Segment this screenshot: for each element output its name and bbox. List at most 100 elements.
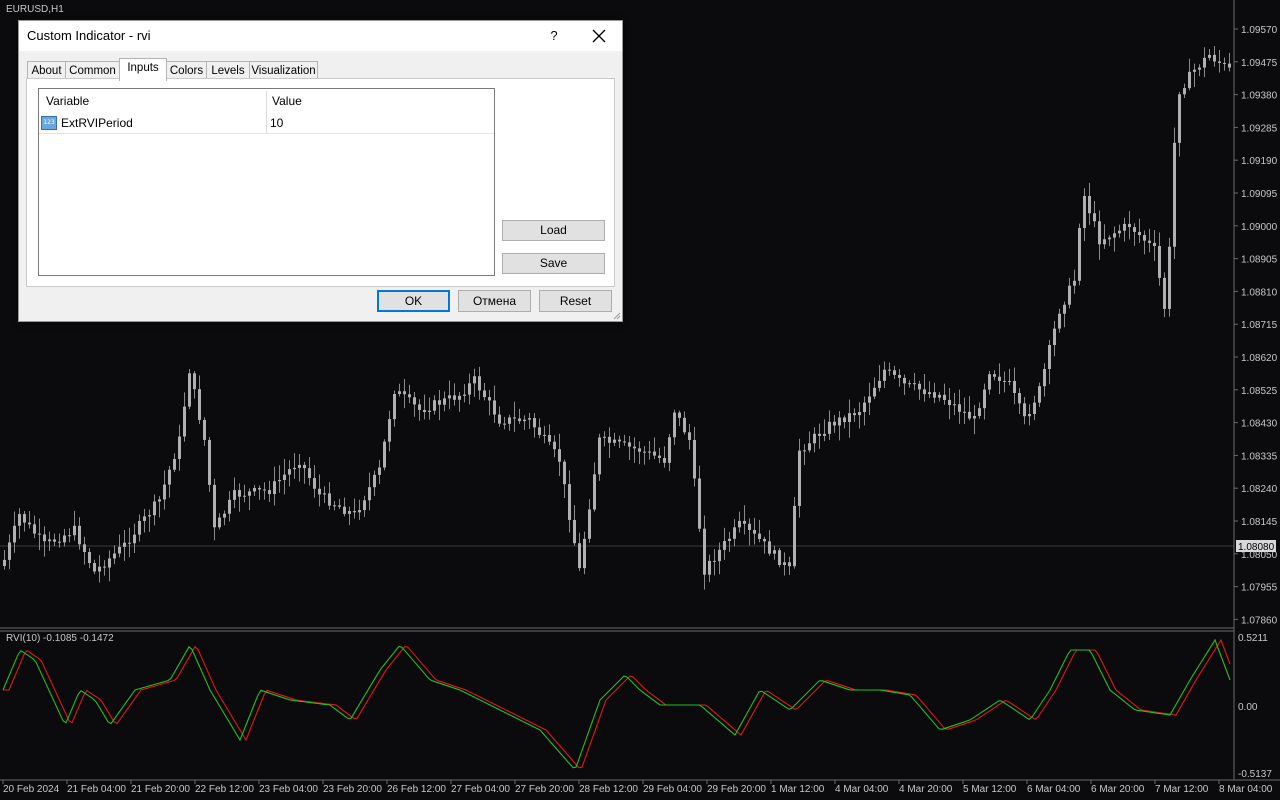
cancel-button[interactable]: Отмена — [458, 290, 531, 312]
candle-body — [1048, 345, 1051, 369]
candle-body — [768, 541, 771, 554]
candle-body — [923, 389, 926, 395]
candle-body — [88, 552, 91, 564]
reset-button[interactable]: Reset — [539, 290, 612, 312]
table-row[interactable]: 123 ExtRVIPeriod 10 — [39, 113, 494, 134]
candle-body — [883, 369, 886, 381]
candle-body — [748, 523, 751, 530]
candle-body — [1123, 223, 1126, 231]
integer-variable-icon: 123 — [41, 116, 57, 130]
candle-body — [793, 505, 796, 567]
load-button[interactable]: Load — [502, 220, 605, 241]
candle-body — [653, 451, 656, 456]
candle-body — [1083, 195, 1086, 228]
price-scale-label: 1.07860 — [1241, 615, 1278, 626]
candle-body — [673, 412, 676, 438]
price-scale-label: 1.08620 — [1241, 353, 1278, 364]
candle-body — [63, 535, 66, 543]
inputs-table[interactable]: Variable Value 123 ExtRVIPeriod 10 — [38, 88, 495, 276]
time-axis-label: 20 Feb 2024 — [3, 784, 60, 795]
candle-body — [1018, 393, 1021, 404]
dialog-titlebar[interactable]: Custom Indicator - rvi ? — [19, 21, 622, 51]
candle-body — [608, 436, 611, 443]
candle-body — [393, 394, 396, 420]
candle-body — [358, 510, 361, 513]
candle-body — [168, 469, 171, 485]
candle-body — [938, 394, 941, 398]
candle-body — [488, 397, 491, 401]
candle-body — [348, 511, 351, 514]
candle-body — [128, 542, 131, 544]
price-scale-label: 1.07955 — [1241, 583, 1278, 594]
candle-body — [1183, 88, 1186, 95]
variable-value[interactable]: 10 — [270, 113, 283, 133]
candle-body — [323, 493, 326, 495]
candle-body — [233, 490, 236, 500]
price-scale-label: 1.09570 — [1241, 25, 1278, 36]
candle-body — [513, 417, 516, 419]
help-button[interactable]: ? — [541, 25, 567, 47]
price-scale-label: 1.09000 — [1241, 222, 1278, 233]
candle-body — [678, 412, 681, 418]
candle-body — [698, 478, 701, 529]
candle-body — [478, 376, 481, 391]
candle-body — [863, 402, 866, 413]
candle-body — [973, 415, 976, 419]
close-icon — [592, 29, 606, 43]
time-axis-label: 4 Mar 20:00 — [899, 784, 953, 795]
candle-body — [1163, 277, 1166, 309]
candle-body — [903, 377, 906, 384]
candle-body — [253, 487, 256, 492]
candle-body — [668, 437, 671, 463]
time-axis-label: 8 Mar 04:00 — [1219, 784, 1273, 795]
candle-body — [208, 439, 211, 485]
custom-indicator-dialog[interactable]: Custom Indicator - rvi ? About Common In… — [18, 20, 623, 322]
close-button[interactable] — [584, 25, 614, 47]
candle-body — [1038, 386, 1041, 403]
candle-body — [188, 373, 191, 407]
candle-body — [28, 522, 31, 525]
candle-body — [913, 383, 916, 385]
price-scale-label: 1.09475 — [1241, 58, 1278, 69]
candle-body — [1078, 227, 1081, 281]
price-scale-label: 1.08240 — [1241, 484, 1278, 495]
time-axis-label: 4 Mar 04:00 — [835, 784, 889, 795]
candle-body — [858, 412, 861, 416]
candle-body — [123, 542, 126, 547]
candle-body — [978, 408, 981, 416]
candle-body — [1073, 280, 1076, 286]
candle-body — [178, 436, 181, 459]
rvi-signal-line — [3, 638, 1231, 769]
candle-body — [958, 404, 961, 412]
candle-body — [313, 478, 316, 489]
resize-grip-icon[interactable] — [613, 312, 621, 320]
candle-body — [573, 519, 576, 544]
candle-body — [1098, 221, 1101, 245]
candle-body — [298, 464, 301, 468]
candle-body — [1043, 368, 1046, 387]
candle-body — [908, 383, 911, 385]
time-axis-label: 29 Feb 20:00 — [707, 784, 766, 795]
candle-body — [1063, 304, 1066, 314]
candle-body — [603, 436, 606, 438]
candle-body — [1013, 380, 1016, 394]
candle-body — [1188, 71, 1191, 89]
candle-body — [203, 419, 206, 440]
column-header-variable[interactable]: Variable — [46, 89, 89, 113]
save-button[interactable]: Save — [502, 253, 605, 274]
candle-body — [43, 534, 46, 542]
rvi-main-line — [2, 638, 1231, 769]
candle-body — [248, 491, 251, 496]
tab-inputs[interactable]: Inputs — [119, 58, 167, 81]
candle-body — [788, 562, 791, 567]
time-axis-label: 23 Feb 04:00 — [259, 784, 318, 795]
candle-body — [553, 441, 556, 450]
ok-button[interactable]: OK — [377, 290, 450, 312]
candle-body — [503, 423, 506, 425]
candle-body — [528, 418, 531, 420]
candle-body — [108, 558, 111, 568]
candle-body — [353, 511, 356, 513]
chart-symbol-label: EURUSD,H1 — [6, 4, 64, 15]
column-header-value[interactable]: Value — [272, 89, 302, 113]
candle-body — [543, 434, 546, 436]
